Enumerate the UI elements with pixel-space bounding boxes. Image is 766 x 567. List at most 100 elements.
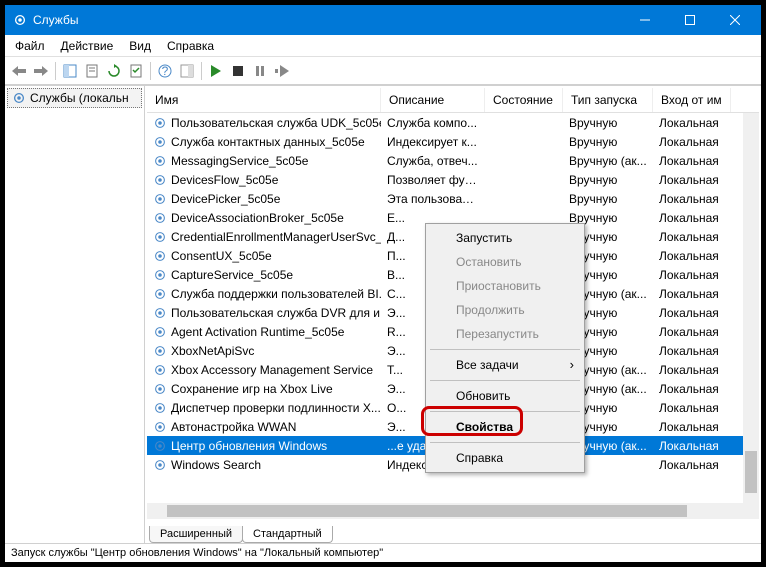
view-tabs: Расширенный Стандартный (145, 521, 761, 543)
ctx-start[interactable]: Запустить (428, 226, 582, 250)
service-logon: Локальная (653, 363, 731, 377)
service-name: DevicePicker_5c05e (171, 192, 280, 206)
gear-icon (153, 192, 167, 206)
table-row[interactable]: MessagingService_5c05eСлужба, отвеч...Вр… (147, 151, 759, 170)
service-name: Автонастройка WWAN (171, 420, 296, 434)
service-name: ConsentUX_5c05e (171, 249, 272, 263)
col-startup[interactable]: Тип запуска (563, 88, 653, 112)
close-button[interactable] (712, 5, 757, 35)
back-button[interactable] (9, 61, 29, 81)
gear-icon (153, 439, 167, 453)
export-button[interactable] (82, 61, 102, 81)
tree-pane: Службы (локальн (5, 86, 145, 543)
horizontal-scrollbar[interactable] (147, 503, 759, 519)
svg-text:?: ? (162, 64, 169, 78)
service-logon: Локальная (653, 173, 731, 187)
service-name: Xbox Accessory Management Service (171, 363, 373, 377)
show-hide-tree-button[interactable] (60, 61, 80, 81)
service-startup: Вручную (563, 192, 653, 206)
service-name: Agent Activation Runtime_5c05e (171, 325, 344, 339)
service-logon: Локальная (653, 192, 731, 206)
table-row[interactable]: DevicesFlow_5c05eПозволяет фун...Вручную… (147, 170, 759, 189)
ctx-properties[interactable]: Свойства (428, 415, 582, 439)
col-logon[interactable]: Вход от им (653, 88, 731, 112)
show-hide-action-button[interactable] (177, 61, 197, 81)
service-desc: Позволяет фун... (381, 173, 485, 187)
menu-action[interactable]: Действие (53, 36, 122, 56)
service-name: Центр обновления Windows (171, 439, 327, 453)
window-title: Службы (33, 13, 622, 27)
app-icon (13, 13, 27, 27)
gear-icon (153, 287, 167, 301)
gear-icon (153, 230, 167, 244)
gear-icon (153, 325, 167, 339)
col-state[interactable]: Состояние (485, 88, 563, 112)
service-name: Служба контактных данных_5c05e (171, 135, 365, 149)
ctx-stop: Остановить (428, 250, 582, 274)
ctx-restart: Перезапустить (428, 322, 582, 346)
gear-icon (153, 135, 167, 149)
gear-icon (153, 173, 167, 187)
service-logon: Локальная (653, 382, 731, 396)
tree-root-item[interactable]: Службы (локальн (7, 88, 142, 108)
gear-icon (153, 344, 167, 358)
gear-icon (153, 363, 167, 377)
stop-service-button[interactable] (228, 61, 248, 81)
table-row[interactable]: Служба контактных данных_5c05e Индексируе… (147, 132, 759, 151)
service-desc: Индексирует к... (381, 135, 485, 149)
column-headers: Имя Описание Состояние Тип запуска Вход … (147, 88, 759, 113)
service-startup: Вручную (563, 116, 653, 130)
menu-file[interactable]: Файл (7, 36, 53, 56)
service-name: Пользовательская служба DVR для и... (171, 306, 381, 320)
gear-icon (153, 211, 167, 225)
gear-icon (153, 306, 167, 320)
ctx-refresh[interactable]: Обновить (428, 384, 582, 408)
service-name: Сохранение игр на Xbox Live (171, 382, 333, 396)
service-logon: Локальная (653, 325, 731, 339)
service-logon: Локальная (653, 306, 731, 320)
service-name: Диспетчер проверки подлинности X... (171, 401, 381, 415)
service-logon: Локальная (653, 458, 731, 472)
service-logon: Локальная (653, 287, 731, 301)
titlebar: Службы (5, 5, 761, 35)
col-desc[interactable]: Описание (381, 88, 485, 112)
table-row[interactable]: Пользовательская служба UDK_5c05eСлужба … (147, 113, 759, 132)
table-row[interactable]: DevicePicker_5c05eЭта пользовате...Вручн… (147, 189, 759, 208)
tab-standard[interactable]: Стандартный (242, 526, 333, 543)
gear-icon (153, 420, 167, 434)
menu-view[interactable]: Вид (121, 36, 159, 56)
service-name: DevicesFlow_5c05e (171, 173, 278, 187)
pause-service-button[interactable] (250, 61, 270, 81)
service-logon: Локальная (653, 249, 731, 263)
gear-icon (12, 91, 26, 105)
ctx-alltasks[interactable]: Все задачи (428, 353, 582, 377)
refresh-button[interactable] (104, 61, 124, 81)
gear-icon (153, 116, 167, 130)
col-name[interactable]: Имя (147, 88, 381, 112)
help-button[interactable]: ? (155, 61, 175, 81)
service-name: XboxNetApiSvc (171, 344, 254, 358)
minimize-button[interactable] (622, 5, 667, 35)
tab-extended[interactable]: Расширенный (149, 526, 243, 543)
start-service-button[interactable] (206, 61, 226, 81)
service-name: Пользовательская служба UDK_5c05e (171, 116, 381, 130)
service-logon: Локальная (653, 439, 731, 453)
menu-help[interactable]: Справка (159, 36, 222, 56)
ctx-pause: Приостановить (428, 274, 582, 298)
restart-service-button[interactable] (272, 61, 292, 81)
service-name: CredentialEnrollmentManagerUserSvc_... (171, 230, 381, 244)
service-logon: Локальная (653, 116, 731, 130)
service-name: CaptureService_5c05e (171, 268, 293, 282)
forward-button[interactable] (31, 61, 51, 81)
gear-icon (153, 268, 167, 282)
service-logon: Локальная (653, 211, 731, 225)
vertical-scrollbar[interactable] (743, 113, 759, 503)
properties-button[interactable] (126, 61, 146, 81)
service-name: Windows Search (171, 458, 261, 472)
maximize-button[interactable] (667, 5, 712, 35)
gear-icon (153, 401, 167, 415)
service-startup: Вручную (563, 135, 653, 149)
ctx-help[interactable]: Справка (428, 446, 582, 470)
context-menu: Запустить Остановить Приостановить Продо… (425, 223, 585, 473)
service-logon: Локальная (653, 268, 731, 282)
